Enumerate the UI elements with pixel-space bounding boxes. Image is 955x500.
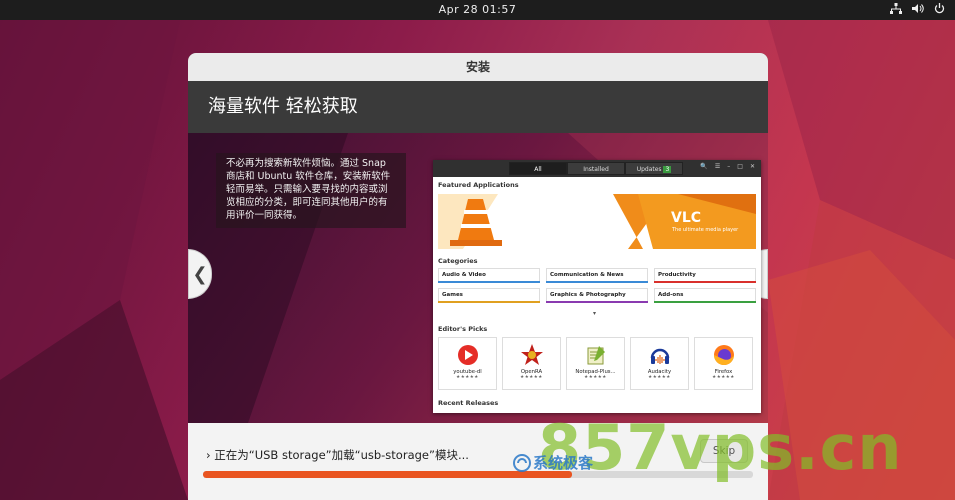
pick-card: Firefox ★★★★★ — [694, 337, 753, 390]
power-icon[interactable] — [934, 3, 945, 14]
pick-card: Audacity ★★★★★ — [630, 337, 689, 390]
updates-badge: 3 — [663, 166, 672, 173]
category-audio-video: Audio & Video — [438, 268, 540, 283]
category-addons: Add-ons — [654, 288, 756, 303]
close-icon: ✕ — [749, 163, 755, 170]
watermark-brand: 系统极客 — [513, 452, 593, 473]
categories-heading: Categories — [438, 257, 478, 265]
more-categories-icon: ▾ — [593, 310, 597, 317]
youtube-dl-icon — [457, 345, 478, 365]
notepad-plus-icon — [587, 346, 605, 365]
audacity-icon — [650, 348, 669, 364]
store-headerbar: All Installed Updates 3 🔍 ☰ – □ ✕ — [433, 160, 761, 177]
featured-app-name: VLC — [671, 210, 702, 226]
featured-heading: Featured Applications — [438, 181, 519, 189]
store-tab-all: All — [509, 162, 567, 175]
pick-card: OpenRA ★★★★★ — [502, 337, 561, 390]
clock[interactable]: Apr 28 01:57 — [0, 3, 955, 16]
pick-card: youtube-dl ★★★★★ — [438, 337, 497, 390]
slide-description: 不必再为搜索新软件烦恼。通过 Snap 商店和 Ubuntu 软件仓库，安装新软… — [216, 153, 406, 228]
category-graphics: Graphics & Photography — [546, 288, 648, 303]
featured-tagline: The ultimate media player — [672, 227, 739, 233]
brand-logo-icon — [513, 453, 531, 472]
pick-card: Notepad-Plus... ★★★★★ — [566, 337, 625, 390]
install-status-text[interactable]: › 正在为“USB storage”加载“usb-storage”模块... — [206, 447, 469, 463]
featured-artwork — [438, 194, 756, 249]
volume-icon[interactable] — [912, 3, 924, 14]
software-store-screenshot: All Installed Updates 3 🔍 ☰ – □ ✕ Featur… — [433, 160, 761, 413]
category-productivity: Productivity — [654, 268, 756, 283]
minimize-icon: – — [727, 163, 731, 170]
window-title: 安装 — [188, 53, 768, 81]
recent-releases-heading: Recent Releases — [438, 399, 499, 407]
maximize-icon: □ — [737, 163, 743, 170]
top-bar: Apr 28 01:57 — [0, 0, 955, 20]
categories-grid: Audio & Video Communication & News Produ… — [438, 268, 756, 303]
store-tab-updates: Updates 3 — [625, 162, 683, 175]
slideshow: 不必再为搜索新软件烦恼。通过 Snap 商店和 Ubuntu 软件仓库，安装新软… — [188, 133, 768, 423]
search-icon: 🔍 — [700, 163, 708, 170]
store-tab-installed: Installed — [567, 162, 625, 175]
menu-icon: ☰ — [714, 163, 721, 170]
category-games: Games — [438, 288, 540, 303]
editors-picks: youtube-dl ★★★★★ OpenRA ★★★★★ Notepad-Plus… — [438, 337, 753, 390]
category-communication: Communication & News — [546, 268, 648, 283]
editors-picks-heading: Editor's Picks — [438, 325, 488, 333]
network-icon[interactable] — [890, 3, 902, 14]
slide-title: 海量软件 轻松获取 — [188, 81, 768, 133]
openra-icon — [520, 344, 543, 365]
firefox-icon — [713, 345, 734, 365]
chevron-left-icon: ❮ — [192, 263, 208, 285]
featured-banner: VLC The ultimate media player — [438, 194, 756, 249]
